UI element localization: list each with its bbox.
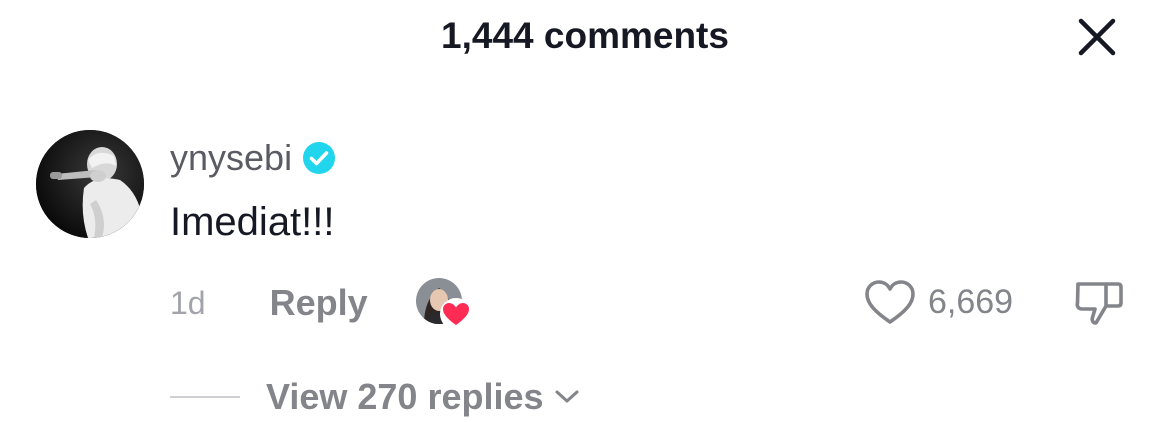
like-count: 6,669 (928, 282, 1014, 321)
thumbs-down-icon (1075, 282, 1123, 325)
avatar[interactable] (36, 130, 144, 238)
heart-outline-icon (865, 280, 915, 324)
comment-timestamp: 1d (170, 284, 206, 321)
view-replies-button[interactable]: View 270 replies (170, 372, 582, 422)
username-row: ynysebi (170, 134, 336, 182)
chevron-down-icon (555, 390, 579, 403)
creator-liked-indicator (415, 278, 472, 330)
user-avatar-photo (36, 130, 144, 238)
view-replies-label: View 270 replies (266, 376, 544, 417)
comment-meta-row: 1d Reply (170, 278, 472, 330)
close-icon (1078, 18, 1116, 56)
like-button[interactable]: 6,669 (862, 276, 1013, 328)
creator-heart-badge (439, 298, 472, 330)
verified-badge-icon (303, 142, 336, 174)
comments-count-title: 1,444 comments (441, 15, 729, 56)
dislike-button[interactable] (1068, 276, 1126, 328)
close-button[interactable] (1072, 12, 1122, 62)
username[interactable]: ynysebi (170, 136, 292, 180)
comment-text: Imediat!!! (170, 200, 335, 244)
heart-icon (442, 303, 469, 325)
replies-divider (170, 396, 240, 398)
reply-button[interactable]: Reply (270, 282, 368, 324)
